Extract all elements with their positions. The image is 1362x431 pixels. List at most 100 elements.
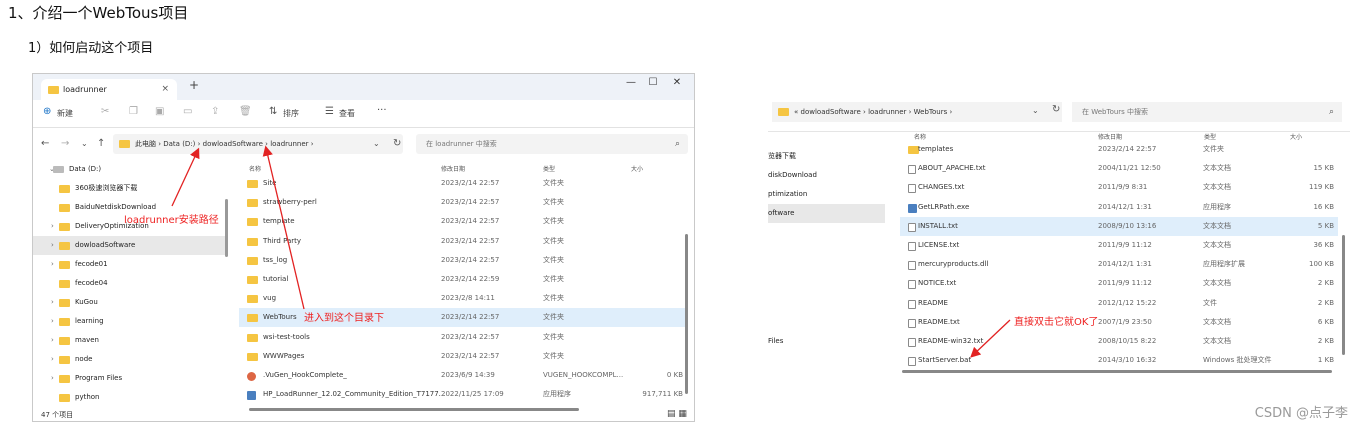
sidebar-item[interactable]: › node xyxy=(33,350,225,369)
file-row[interactable]: NOTICE.txt 2011/9/9 11:12 文本文档 2 KB xyxy=(900,274,1338,293)
sidebar-item[interactable]: › KuGou xyxy=(33,293,225,312)
paste-icon[interactable]: ▣ xyxy=(155,106,164,117)
file-row[interactable]: tutorial 2023/2/14 22:59 文件夹 xyxy=(239,270,685,289)
tab-close-icon[interactable]: × xyxy=(161,79,169,100)
breadcrumb-0[interactable]: « xyxy=(794,108,798,116)
sidebar-item-label: ptimization xyxy=(768,190,808,198)
sidebar-item-label: python xyxy=(75,393,100,401)
address-bar[interactable]: « dowloadSoftware › loadrunner › WebTour… xyxy=(772,102,1062,122)
file-row[interactable]: ABOUT_APACHE.txt 2004/11/21 12:50 文本文档 15 K… xyxy=(900,159,1338,178)
address-dropdown-icon[interactable]: ⌄ xyxy=(373,139,380,148)
chevron-right-icon[interactable]: › xyxy=(51,255,54,274)
column-date[interactable]: 修改日期 xyxy=(441,164,465,173)
horizontal-scrollbar[interactable] xyxy=(902,370,1332,373)
chevron-right-icon[interactable]: › xyxy=(51,350,54,369)
sidebar-item[interactable]: 览器下载 xyxy=(768,147,885,166)
column-size[interactable]: 大小 xyxy=(631,164,643,173)
file-row[interactable]: Site 2023/2/14 22:57 文件夹 xyxy=(239,174,685,193)
search-input[interactable]: 在 WebTours 中搜索 ⌕ xyxy=(1072,102,1342,122)
cut-icon[interactable]: ✂ xyxy=(101,106,109,117)
back-icon[interactable]: ← xyxy=(41,138,49,149)
sidebar-item[interactable]: › Program Files xyxy=(33,369,225,388)
sidebar-item[interactable]: ⌄ Data (D:) xyxy=(33,160,225,179)
horizontal-scrollbar[interactable] xyxy=(249,408,579,411)
chevron-right-icon[interactable]: › xyxy=(51,293,54,312)
file-row[interactable]: INSTALL.txt 2008/9/10 13:16 文本文档 5 KB xyxy=(900,216,1338,236)
chevron-right-icon[interactable]: › xyxy=(51,369,54,388)
new-button[interactable]: 新建 xyxy=(57,108,73,119)
sidebar-item[interactable]: ptimization xyxy=(768,185,885,204)
breadcrumb-1[interactable]: Data (D:) xyxy=(163,140,195,148)
minimize-button[interactable]: — xyxy=(623,77,639,88)
file-row[interactable]: HP_LoadRunner_12.02_Community_Edition_T7… xyxy=(239,385,685,404)
breadcrumb-2[interactable]: loadrunner xyxy=(868,108,906,116)
chevron-right-icon[interactable]: › xyxy=(51,312,54,331)
close-button[interactable]: ✕ xyxy=(669,77,685,88)
view-toggle-icons[interactable]: ▤ ▦ xyxy=(667,409,687,419)
forward-icon[interactable]: → xyxy=(61,138,69,149)
more-button[interactable]: ··· xyxy=(377,105,387,116)
address-bar[interactable]: 此电脑 › Data (D:) › dowloadSoftware › load… xyxy=(113,134,403,154)
sidebar-item[interactable]: diskDownload xyxy=(768,166,885,185)
file-row[interactable]: .VuGen_HookComplete_ 2023/6/9 14:39 VUGEN_… xyxy=(239,366,685,385)
file-row[interactable]: template 2023/2/14 22:57 文件夹 xyxy=(239,212,685,231)
file-row[interactable]: Third Party 2023/2/14 22:57 文件夹 xyxy=(239,232,685,251)
sidebar-item[interactable]: › fecode01 xyxy=(33,255,225,274)
recent-icon[interactable]: ⌄ xyxy=(81,139,88,148)
copy-icon[interactable]: ❐ xyxy=(129,106,138,117)
file-row[interactable]: LICENSE.txt 2011/9/9 11:12 文本文档 36 KB xyxy=(900,236,1338,255)
sidebar-item[interactable]: 360极速浏览器下载 xyxy=(33,179,225,198)
sidebar-item-label: learning xyxy=(75,317,104,325)
new-tab-button[interactable]: + xyxy=(189,78,199,92)
file-row[interactable]: CHANGES.txt 2011/9/9 8:31 文本文档 119 KB xyxy=(900,178,1338,197)
column-type[interactable]: 类型 xyxy=(543,164,555,173)
view-button[interactable]: 查看 xyxy=(339,108,355,119)
address-dropdown-icon[interactable]: ⌄ xyxy=(1032,106,1039,115)
sidebar-item-label: dowloadSoftware xyxy=(75,241,136,249)
breadcrumb-0[interactable]: 此电脑 xyxy=(135,140,156,148)
sidebar-item[interactable]: Files xyxy=(768,332,885,351)
breadcrumb-2[interactable]: dowloadSoftware xyxy=(203,140,263,148)
file-row[interactable]: tss_log 2023/2/14 22:57 文件夹 xyxy=(239,251,685,270)
refresh-icon[interactable]: ↻ xyxy=(1052,104,1060,115)
breadcrumb-3[interactable]: WebTours xyxy=(914,108,948,116)
sidebar-item[interactable]: › maven xyxy=(33,331,225,350)
tab-loadrunner[interactable]: loadrunner × xyxy=(41,79,177,100)
file-list-scrollbar[interactable] xyxy=(1342,235,1345,355)
column-name[interactable]: 名称 xyxy=(249,164,261,173)
chevron-right-icon[interactable]: › xyxy=(51,217,54,236)
rename-icon[interactable]: ▭ xyxy=(183,106,192,117)
file-row[interactable]: strawberry-perl 2023/2/14 22:57 文件夹 xyxy=(239,193,685,212)
sidebar-item[interactable]: python xyxy=(33,388,225,407)
folder-icon xyxy=(247,333,258,342)
sidebar-item[interactable]: › learning xyxy=(33,312,225,331)
chevron-right-icon[interactable]: › xyxy=(51,236,54,255)
file-row[interactable]: WWWPages 2023/2/14 22:57 文件夹 xyxy=(239,347,685,366)
file-list-scrollbar[interactable] xyxy=(685,234,688,394)
maximize-button[interactable]: ☐ xyxy=(645,77,661,88)
sidebar-scrollbar[interactable] xyxy=(225,199,228,257)
breadcrumb-1[interactable]: dowloadSoftware xyxy=(801,108,861,116)
file-row[interactable]: templates 2023/2/14 22:57 文件夹 xyxy=(900,140,1338,159)
up-icon[interactable]: ↑ xyxy=(97,138,105,149)
share-icon[interactable]: ⇪ xyxy=(211,106,219,117)
file-row[interactable]: README 2012/1/12 15:22 文件 2 KB xyxy=(900,294,1338,313)
file-row[interactable]: wsi-test-tools 2023/2/14 22:57 文件夹 xyxy=(239,328,685,347)
file-row[interactable]: StartServer.bat 2014/3/10 16:32 Windows 批处… xyxy=(900,351,1338,370)
file-row[interactable]: GetLRPath.exe 2014/12/1 1:31 应用程序 16 KB xyxy=(900,198,1338,217)
chevron-right-icon[interactable]: › xyxy=(51,331,54,350)
delete-icon[interactable]: 🗑 xyxy=(239,106,252,117)
breadcrumb-3[interactable]: loadrunner xyxy=(270,140,308,148)
refresh-icon[interactable]: ↻ xyxy=(393,138,401,149)
sidebar-item[interactable]: oftware xyxy=(768,204,885,223)
search-input[interactable]: 在 loadrunner 中搜索 ⌕ xyxy=(416,134,688,154)
sort-button[interactable]: 排序 xyxy=(283,108,299,119)
file-row[interactable]: vug 2023/2/8 14:11 文件夹 xyxy=(239,289,685,308)
file-row[interactable]: README.txt 2007/1/9 23:50 文本文档 6 KB xyxy=(900,313,1338,332)
file-date: 2014/12/1 1:31 xyxy=(1098,260,1152,269)
file-row[interactable]: mercuryproducts.dll 2014/12/1 1:31 应用程序扩展 1… xyxy=(900,255,1338,274)
sidebar-item[interactable]: › dowloadSoftware xyxy=(33,236,225,255)
file-name: WebTours xyxy=(263,313,297,322)
file-row[interactable]: README-win32.txt 2008/10/15 8:22 文本文档 2 KB xyxy=(900,332,1338,351)
sidebar-item[interactable]: fecode04 xyxy=(33,274,225,293)
